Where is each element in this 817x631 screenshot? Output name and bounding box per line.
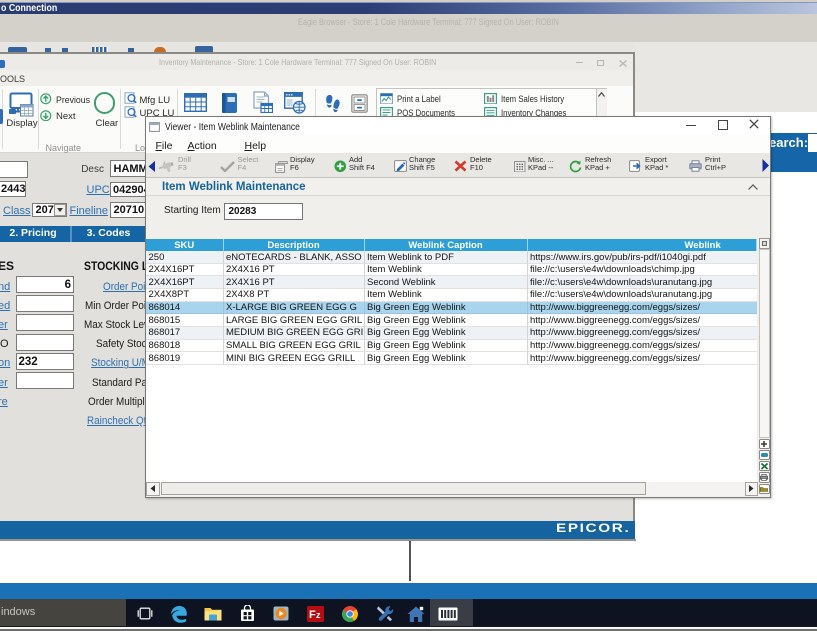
svg-text:z: z xyxy=(316,609,321,619)
svg-text:F: F xyxy=(309,608,316,620)
